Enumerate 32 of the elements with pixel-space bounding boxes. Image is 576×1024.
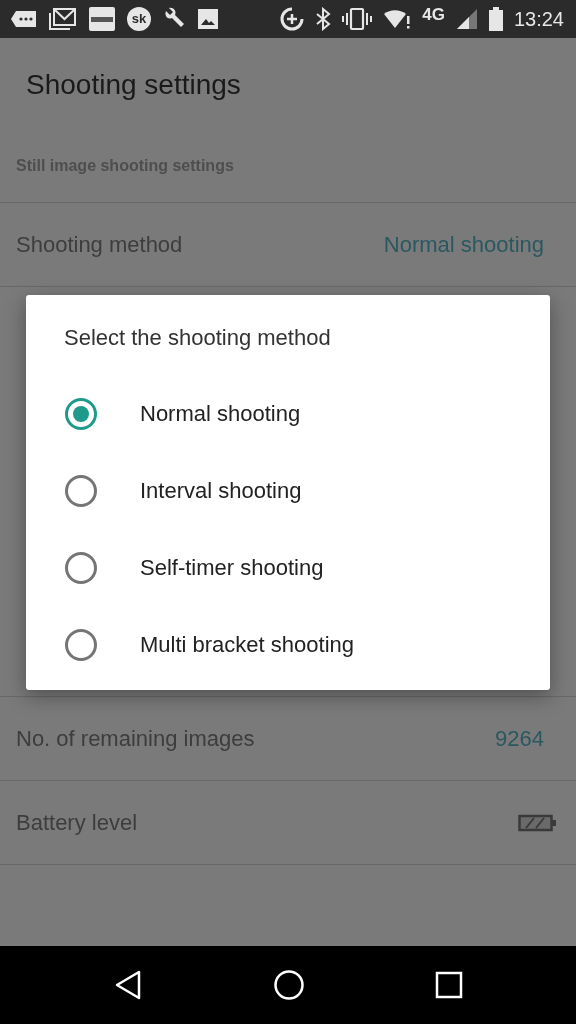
mail-icon — [49, 7, 77, 31]
setting-label: Shooting method — [16, 231, 183, 259]
radio-icon[interactable] — [64, 550, 98, 585]
clock-time: 13:24 — [513, 7, 564, 32]
message-icon — [10, 8, 38, 30]
wifi-icon — [383, 7, 412, 31]
radio-option[interactable]: Interval shooting — [64, 452, 524, 530]
signal-icon — [455, 8, 478, 30]
radio-option[interactable]: Normal shooting — [64, 375, 524, 453]
home-icon[interactable] — [273, 969, 305, 1001]
dialog-title: Select the shooting method — [64, 325, 332, 352]
setting-value: Normal shooting — [383, 231, 544, 259]
radio-selected-icon[interactable] — [64, 396, 98, 431]
radio-icon[interactable] — [64, 627, 98, 662]
battery-level-icon — [518, 813, 558, 832]
radio-icon[interactable] — [64, 473, 98, 508]
back-icon[interactable] — [113, 969, 143, 1001]
recents-icon[interactable] — [435, 971, 463, 999]
screen-title: Shooting settings — [25, 68, 242, 102]
card-icon — [88, 6, 116, 32]
radio-option[interactable]: Self-timer shooting — [64, 529, 524, 607]
vibrate-icon — [342, 7, 373, 31]
bluetooth-icon — [315, 7, 332, 31]
setting-value: 9264 — [495, 725, 544, 753]
setting-label: Battery level — [16, 809, 138, 837]
battery-icon — [488, 7, 503, 31]
network-type: 4G — [422, 4, 445, 27]
image-icon — [197, 8, 219, 30]
data-saver-icon — [280, 7, 305, 31]
app-badge: sk — [127, 7, 151, 31]
setting-label: No. of remaining images — [16, 725, 255, 753]
radio-option[interactable]: Multi bracket shooting — [64, 606, 524, 684]
